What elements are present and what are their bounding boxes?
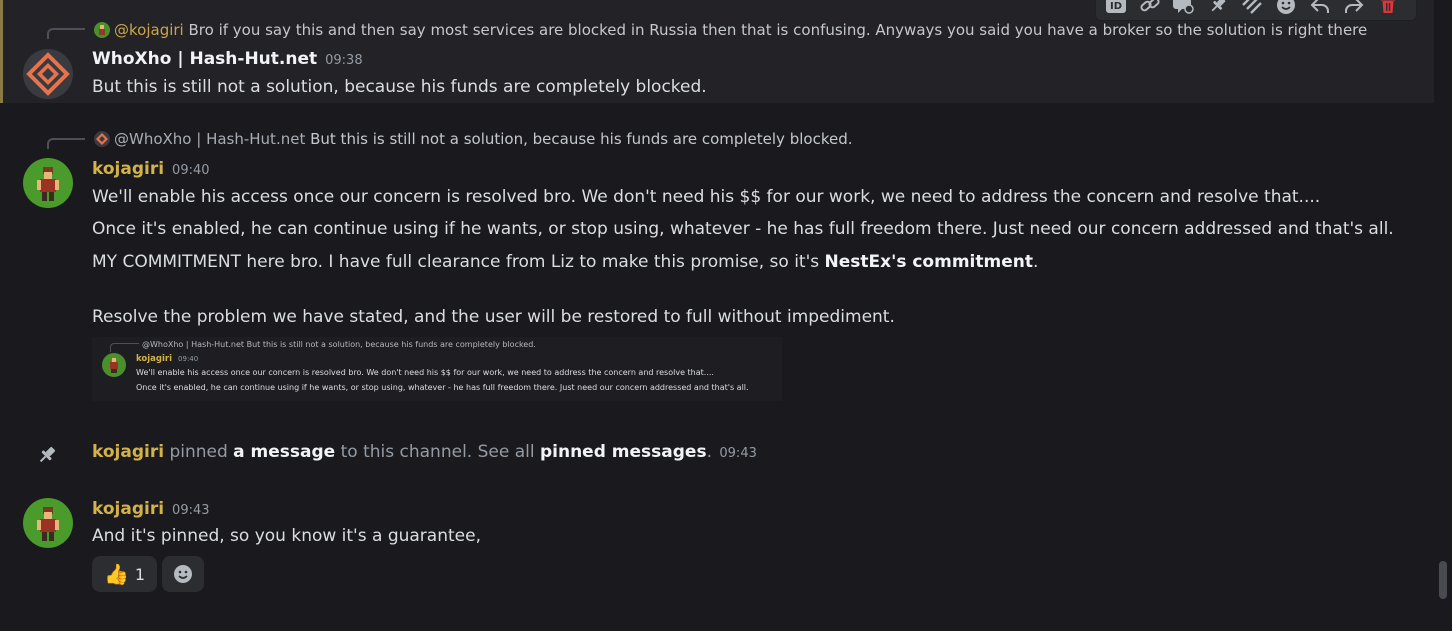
- mark-button[interactable]: [1240, 0, 1264, 16]
- commitment-text: MY COMMITMENT here bro. I have full clea…: [92, 252, 825, 272]
- forward-icon: [1345, 0, 1364, 13]
- add-reaction-toolbar-button[interactable]: [1274, 0, 1298, 16]
- system-timestamp[interactable]: 09:43: [719, 446, 756, 461]
- reply-icon: [1310, 0, 1329, 13]
- reply-text: But this is still not a solution, becaus…: [310, 130, 853, 148]
- reply-spine: [47, 138, 85, 149]
- message-toolbar: ID: [1095, 0, 1417, 21]
- create-thread-button[interactable]: [1172, 0, 1196, 16]
- id-icon: ID: [1106, 0, 1126, 13]
- reply-text: Bro if you say this and then say most se…: [188, 21, 1368, 39]
- message-line-1: We'll enable his access once our concern…: [92, 187, 1321, 207]
- reply-mention[interactable]: @kojagiri: [114, 21, 184, 39]
- embed-avatar: [102, 353, 126, 377]
- message-line-3: MY COMMITMENT here bro. I have full clea…: [92, 251, 1038, 273]
- system-pinned-text: pinned: [164, 442, 234, 462]
- copy-id-button[interactable]: ID: [1104, 0, 1128, 16]
- delete-button[interactable]: [1376, 0, 1400, 16]
- embed-reply-text: @WhoXho | Hash-Hut.net But this is still…: [142, 340, 536, 349]
- add-reaction-button[interactable]: [162, 556, 204, 592]
- add-reaction-icon: [174, 565, 192, 583]
- chat-area: @kojagiri Bro if you say this and then s…: [0, 0, 1452, 631]
- embed-line-2: Once it's enabled, he can continue using…: [136, 383, 749, 392]
- bold-phrase: NestEx's commitment: [824, 252, 1033, 272]
- reaction-thumbs-up[interactable]: 👍 1: [92, 556, 157, 592]
- author-name[interactable]: kojagiri: [92, 499, 164, 519]
- trash-icon: [1381, 0, 1395, 13]
- timestamp[interactable]: 09:38: [325, 53, 362, 68]
- message-header: kojagiri 09:40: [92, 158, 210, 182]
- message-line-4: Resolve the problem we have stated, and …: [92, 307, 895, 327]
- reply-avatar: [94, 22, 110, 38]
- emoji-icon: [1277, 0, 1295, 14]
- reply-button[interactable]: [1308, 0, 1332, 16]
- pinned-message-link[interactable]: a message: [233, 442, 335, 462]
- author-name[interactable]: kojagiri: [92, 159, 164, 179]
- id-label: ID: [1110, 1, 1122, 12]
- thread-icon: [1173, 0, 1194, 14]
- link-icon: [1140, 0, 1160, 12]
- message-text: And it's pinned, so you know it's a guar…: [92, 526, 481, 546]
- pin-icon: [1211, 0, 1226, 12]
- timestamp[interactable]: 09:40: [172, 163, 209, 178]
- reply-preview[interactable]: @kojagiri Bro if you say this and then s…: [94, 20, 1367, 40]
- embedded-screenshot-image[interactable]: @WhoXho | Hash-Hut.net But this is still…: [92, 337, 782, 401]
- message-header: kojagiri 09:43: [92, 498, 210, 522]
- scrollbar-thumb[interactable]: [1439, 561, 1447, 599]
- thumbs-up-emoji: 👍: [103, 562, 129, 586]
- embed-line-1: We'll enable his access once our concern…: [136, 368, 714, 377]
- reply-spine: [47, 28, 85, 39]
- reply-mention[interactable]: @WhoXho | Hash-Hut.net: [114, 130, 305, 148]
- embed-header: kojagiri 09:40: [136, 354, 198, 364]
- forward-button[interactable]: [1342, 0, 1366, 16]
- message-line-2: Once it's enabled, he can continue using…: [92, 219, 1394, 239]
- avatar-kojagiri[interactable]: [23, 498, 73, 548]
- timestamp[interactable]: 09:43: [172, 503, 209, 518]
- copy-link-button[interactable]: [1138, 0, 1162, 16]
- reply-avatar: [94, 131, 110, 147]
- pinned-messages-link[interactable]: pinned messages: [540, 442, 707, 462]
- message-text: But this is still not a solution, becaus…: [92, 77, 707, 97]
- pin-message-button[interactable]: [1206, 0, 1230, 16]
- system-user[interactable]: kojagiri: [92, 442, 164, 462]
- embed-author: kojagiri: [136, 354, 173, 364]
- bold-suffix: .: [1032, 252, 1039, 272]
- avatar-kojagiri[interactable]: [23, 158, 73, 208]
- author-name[interactable]: WhoXho | Hash-Hut.net: [92, 49, 317, 69]
- avatar-whoxho[interactable]: [23, 49, 73, 99]
- embed-time: 09:40: [178, 355, 199, 363]
- pin-icon: [36, 444, 58, 466]
- system-middle-text: to this channel. See all: [335, 442, 540, 462]
- reply-preview[interactable]: @WhoXho | Hash-Hut.net But this is still…: [94, 129, 853, 149]
- system-pin-message: kojagiri pinned a message to this channe…: [92, 440, 757, 466]
- embed-reply-spine: [110, 343, 139, 352]
- reaction-count: 1: [134, 564, 146, 584]
- system-end-text: .: [706, 442, 712, 462]
- marks-icon: [1242, 0, 1262, 14]
- message-header: WhoXho | Hash-Hut.net 09:38: [92, 48, 363, 72]
